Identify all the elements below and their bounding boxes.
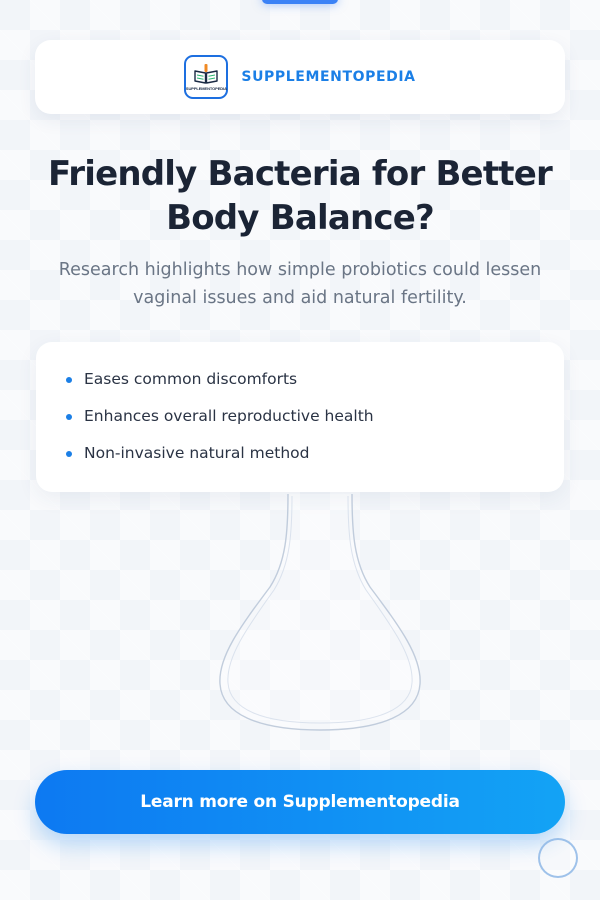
open-book-icon — [194, 64, 219, 84]
benefit-item: Enhances overall reproductive health — [66, 402, 564, 439]
logo-wordmark: SUPPLEMENTOPEDIA — [185, 86, 227, 91]
benefits-list: Eases common discomforts Enhances overal… — [36, 342, 564, 476]
brand-name[interactable]: SUPPLEMENTOPEDIA — [241, 69, 415, 85]
brand-header: SUPPLEMENTOPEDIA SUPPLEMENTOPEDIA — [35, 40, 565, 114]
page-subtitle: Research highlights how simple probiotic… — [58, 260, 542, 308]
benefit-item: Eases common discomforts — [66, 365, 564, 402]
benefit-item: Non-invasive natural method — [66, 439, 564, 476]
brand-logo[interactable]: SUPPLEMENTOPEDIA — [184, 55, 229, 99]
top-accent-bar — [262, 0, 338, 4]
page-headline: Friendly Bacteria for Better Body Balanc… — [48, 154, 553, 238]
glass-flask-illustration — [219, 493, 421, 731]
benefits-card: Eases common discomforts Enhances overal… — [36, 342, 564, 492]
floating-circle-button[interactable] — [538, 838, 578, 878]
learn-more-button[interactable]: Learn more on Supplementopedia — [35, 770, 565, 834]
